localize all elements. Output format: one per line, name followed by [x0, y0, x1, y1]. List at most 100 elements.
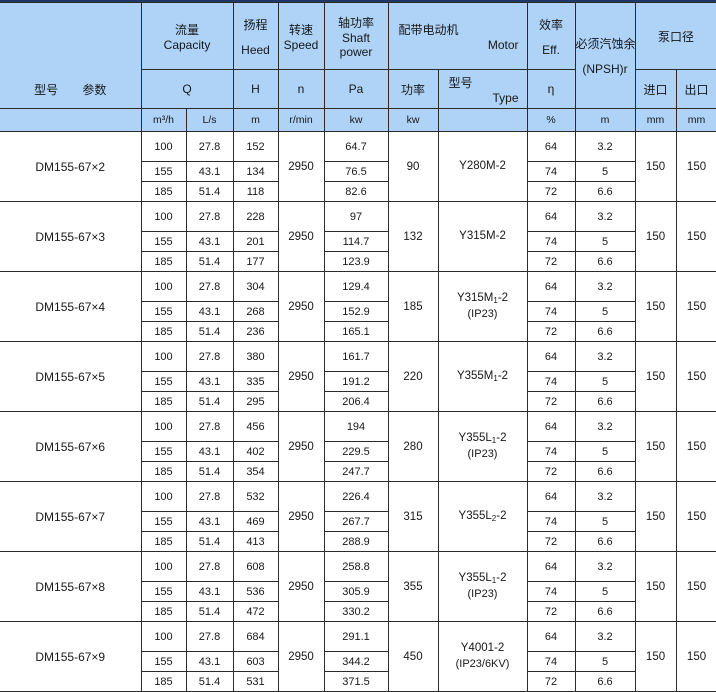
cell-capacity-m3h: 185: [141, 391, 187, 412]
cell-bore-inlet: 150: [634, 551, 677, 622]
cell-head: 201: [232, 231, 279, 252]
cell-capacity-ls: 27.8: [185, 271, 234, 302]
cell-speed: 2950: [277, 551, 325, 622]
cell-capacity-m3h: 100: [140, 481, 187, 512]
unit-capacity-ls: L/s: [185, 108, 234, 132]
cell-npsh: 6.6: [574, 601, 636, 622]
cell-motor-power: 355: [387, 551, 439, 622]
cell-head: 236: [232, 321, 279, 342]
header-motor-cn: 配带电动机: [398, 22, 459, 37]
unit-shaft-power: kw: [323, 108, 389, 132]
cell-capacity-ls: 27.8: [185, 131, 234, 162]
cell-model: DM155-67×5: [0, 341, 142, 412]
header-npsh-cn: 必须汽蚀余量: [575, 37, 636, 51]
cell-bore-outlet: 150: [675, 131, 716, 202]
cell-efficiency: 74: [526, 231, 576, 252]
cell-capacity-ls: 43.1: [185, 441, 234, 462]
header-pump-bore: 泵口径: [634, 2, 716, 70]
cell-capacity-ls: 43.1: [185, 581, 234, 602]
cell-capacity-ls: 51.4: [185, 321, 234, 342]
cell-motor-power: 132: [387, 201, 439, 272]
cell-motor-power: 280: [387, 411, 439, 482]
header-speed-en: Speed: [283, 37, 319, 52]
cell-efficiency: 64: [526, 551, 576, 582]
unit-motor-type: [437, 108, 528, 132]
table-row: DM155-67×9 100 27.8 684 2950 291.1 450 Y4001-2(…: [0, 621, 716, 692]
cell-capacity-m3h: 155: [141, 651, 187, 672]
cell-head: 152: [232, 131, 279, 162]
cell-shaft-power: 206.4: [323, 391, 389, 412]
cell-shaft-power: 114.7: [323, 231, 389, 252]
cell-efficiency: 64: [526, 481, 576, 512]
cell-model: DM155-67×9: [0, 621, 142, 692]
cell-speed: 2950: [277, 481, 325, 552]
cell-model: DM155-67×7: [0, 481, 142, 552]
cell-speed: 2950: [277, 131, 325, 202]
cell-capacity-ls: 27.8: [185, 481, 234, 512]
cell-speed: 2950: [277, 201, 325, 272]
cell-efficiency: 74: [526, 581, 576, 602]
cell-shaft-power: 291.1: [323, 621, 389, 652]
cell-model: DM155-67×6: [0, 411, 142, 482]
header-tier-1: 型号 参数 流量 Capacity 扬程 Heed 转速 Speed 轴功率 S…: [0, 2, 716, 109]
cell-model: DM155-67×8: [0, 551, 142, 622]
table-header: 型号 参数 流量 Capacity 扬程 Heed 转速 Speed 轴功率 S…: [0, 2, 716, 132]
cell-efficiency: 72: [526, 251, 576, 272]
header-head: 扬程 Heed: [232, 2, 279, 70]
table-row: DM155-67×8 100 27.8 608 2950 258.8 355 Y355L1-2…: [0, 551, 716, 622]
cell-bore-outlet: 150: [675, 551, 716, 622]
cell-shaft-power: 123.9: [323, 251, 389, 272]
cell-npsh: 6.6: [574, 671, 636, 692]
cell-head: 531: [232, 671, 279, 692]
cell-shaft-power: 64.7: [323, 131, 389, 162]
cell-capacity-ls: 51.4: [185, 531, 234, 552]
cell-npsh: 3.2: [574, 341, 636, 372]
unit-corner: [0, 108, 142, 132]
cell-shaft-power: 82.6: [323, 181, 389, 202]
cell-npsh: 3.2: [574, 411, 636, 442]
header-speed-symbol: n: [277, 69, 325, 109]
cell-capacity-ls: 43.1: [185, 651, 234, 672]
cell-capacity-m3h: 185: [141, 181, 187, 202]
unit-capacity-m3h: m³/h: [140, 108, 187, 132]
cell-bore-inlet: 150: [634, 411, 677, 482]
header-npsh: 必须汽蚀余量 (NPSH)r: [574, 2, 636, 109]
cell-capacity-m3h: 155: [141, 161, 187, 182]
cell-bore-outlet: 150: [675, 341, 716, 412]
cell-speed: 2950: [277, 411, 325, 482]
cell-shaft-power: 129.4: [323, 271, 389, 302]
cell-npsh: 5: [574, 441, 636, 462]
pump-specification-table: 型号 参数 流量 Capacity 扬程 Heed 转速 Speed 轴功率 S…: [0, 2, 716, 692]
cell-capacity-m3h: 155: [141, 231, 187, 252]
cell-efficiency: 64: [526, 201, 576, 232]
header-pump-bore-cn: 泵口径: [658, 29, 695, 44]
cell-npsh: 3.2: [574, 131, 636, 162]
cell-npsh: 5: [574, 511, 636, 532]
cell-efficiency: 74: [526, 161, 576, 182]
cell-head: 268: [232, 301, 279, 322]
cell-speed: 2950: [277, 621, 325, 692]
cell-efficiency: 74: [526, 371, 576, 392]
header-efficiency-en: Eff.: [542, 42, 560, 57]
header-speed-cn: 转速: [288, 22, 313, 37]
cell-efficiency: 74: [526, 441, 576, 462]
cell-bore-inlet: 150: [634, 481, 677, 552]
cell-efficiency: 72: [526, 461, 576, 482]
cell-npsh: 6.6: [574, 461, 636, 482]
cell-efficiency: 74: [526, 301, 576, 322]
cell-capacity-m3h: 185: [141, 531, 187, 552]
cell-capacity-ls: 43.1: [185, 231, 234, 252]
cell-motor-type: Y4001-2 (IP23/6KV): [437, 621, 528, 692]
cell-npsh: 3.2: [574, 201, 636, 232]
cell-capacity-ls: 43.1: [185, 301, 234, 322]
cell-npsh: 5: [574, 161, 636, 182]
cell-head: 304: [232, 271, 279, 302]
cell-capacity-ls: 43.1: [185, 511, 234, 532]
cell-capacity-m3h: 155: [141, 301, 187, 322]
unit-motor-power: kw: [387, 108, 439, 132]
cell-capacity-m3h: 185: [141, 461, 187, 482]
cell-speed: 2950: [277, 271, 325, 342]
cell-shaft-power: 330.2: [323, 601, 389, 622]
cell-shaft-power: 344.2: [323, 651, 389, 672]
cell-bore-outlet: 150: [675, 411, 716, 482]
